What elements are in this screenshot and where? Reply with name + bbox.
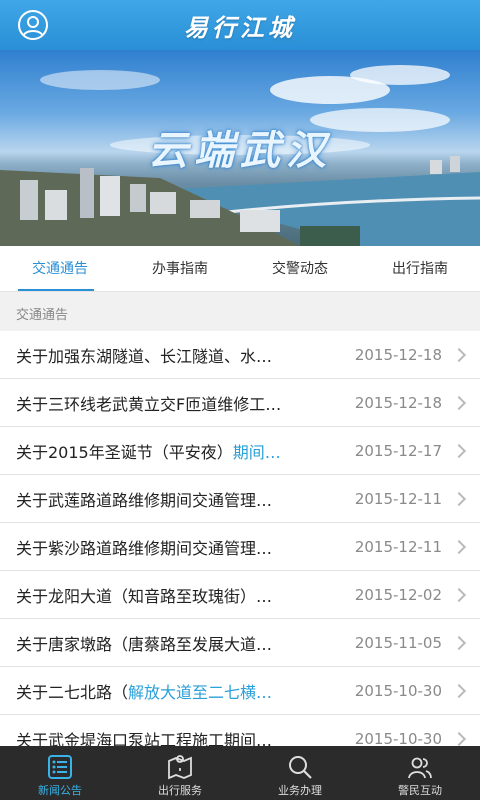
chevron-right-icon [451,635,467,651]
chevron-right-icon [451,683,467,699]
map-icon [168,755,192,780]
list-item[interactable]: 关于唐家墩路（唐蔡路至发展大道… 2015-11-05 [0,619,480,667]
notice-date: 2015-11-05 [354,633,442,652]
notice-title: 关于武莲路道路维修期间交通管理… [16,490,273,510]
chevron-right-icon [451,491,467,507]
chevron-right-icon [451,443,467,459]
notice-date: 2015-12-18 [354,345,442,364]
nav-business-label: 业务办理 [278,784,322,797]
list-item[interactable]: 关于加强东湖隧道、长江隧道、水… 2015-12-18 [0,331,480,379]
banner[interactable]: 云端武汉 [0,50,480,246]
chevron-right-icon [451,395,467,411]
chevron-right-icon [451,347,467,363]
nav-travel-label: 出行服务 [158,784,202,797]
notice-title-highlight: 解放大道至二七横… [128,682,273,702]
app-logo: 易行江城 [184,13,296,42]
tab-travel-guide[interactable]: 出行指南 [360,246,480,291]
tab-service-guide[interactable]: 办事指南 [120,246,240,291]
notice-title: 关于三环线老武黄立交F匝道维修工… [16,394,282,414]
nav-travel[interactable]: 出行服务 [120,746,240,800]
notice-list: 关于加强东湖隧道、长江隧道、水… 2015-12-18 关于三环线老武黄立交F匝… [0,331,480,763]
list-item[interactable]: 关于武莲路道路维修期间交通管理… 2015-12-11 [0,475,480,523]
nav-news-label: 新闻公告 [38,784,82,797]
banner-title: 云端武汉 [148,128,332,174]
notice-date: 2015-12-02 [354,585,442,604]
app-header: 易行江城 [0,0,480,50]
list-item[interactable]: 关于龙阳大道（知音路至玫瑰街）… 2015-12-02 [0,571,480,619]
tab-police-news[interactable]: 交警动态 [240,246,360,291]
search-icon [289,756,312,779]
nav-interact-label: 警民互动 [398,784,442,797]
notice-date: 2015-12-11 [354,489,442,508]
category-tabs: 交通通告 办事指南 交警动态 出行指南 [0,246,480,292]
tab-traffic-notice[interactable]: 交通通告 [0,246,120,291]
nav-business[interactable]: 业务办理 [240,746,360,800]
section-label: 交通通告 [16,308,69,323]
users-icon [408,757,432,779]
nav-news[interactable]: 新闻公告 [0,746,120,800]
notice-date: 2015-12-11 [354,537,442,556]
notice-date: 2015-10-30 [354,681,442,700]
bottom-nav: 新闻公告 出行服务 业务办理 警民互动 [0,746,480,800]
nav-interact[interactable]: 警民互动 [360,746,480,800]
notice-title: 关于紫沙路道路维修期间交通管理… [16,538,273,558]
notice-title: 关于2015年圣诞节（平安夜） [16,442,233,462]
list-item[interactable]: 关于2015年圣诞节（平安夜）期间… 2015-12-17 [0,427,480,475]
news-list-icon [48,755,72,779]
notice-date: 2015-12-17 [354,441,442,460]
list-item[interactable]: 关于三环线老武黄立交F匝道维修工… 2015-12-18 [0,379,480,427]
notice-title-highlight: 期间… [232,442,281,462]
chevron-right-icon [451,731,467,747]
notice-date: 2015-12-18 [354,393,442,412]
notice-date: 2015-10-30 [354,729,442,748]
chevron-right-icon [451,539,467,555]
notice-title: 关于加强东湖隧道、长江隧道、水… [16,346,273,366]
notice-title: 关于唐家墩路（唐蔡路至发展大道… [16,634,273,654]
list-item[interactable]: 关于二七北路（解放大道至二七横… 2015-10-30 [0,667,480,715]
list-item[interactable]: 关于紫沙路道路维修期间交通管理… 2015-12-11 [0,523,480,571]
chevron-right-icon [451,587,467,603]
notice-title: 关于龙阳大道（知音路至玫瑰街）… [16,586,273,606]
notice-title: 关于二七北路（ [16,682,129,702]
